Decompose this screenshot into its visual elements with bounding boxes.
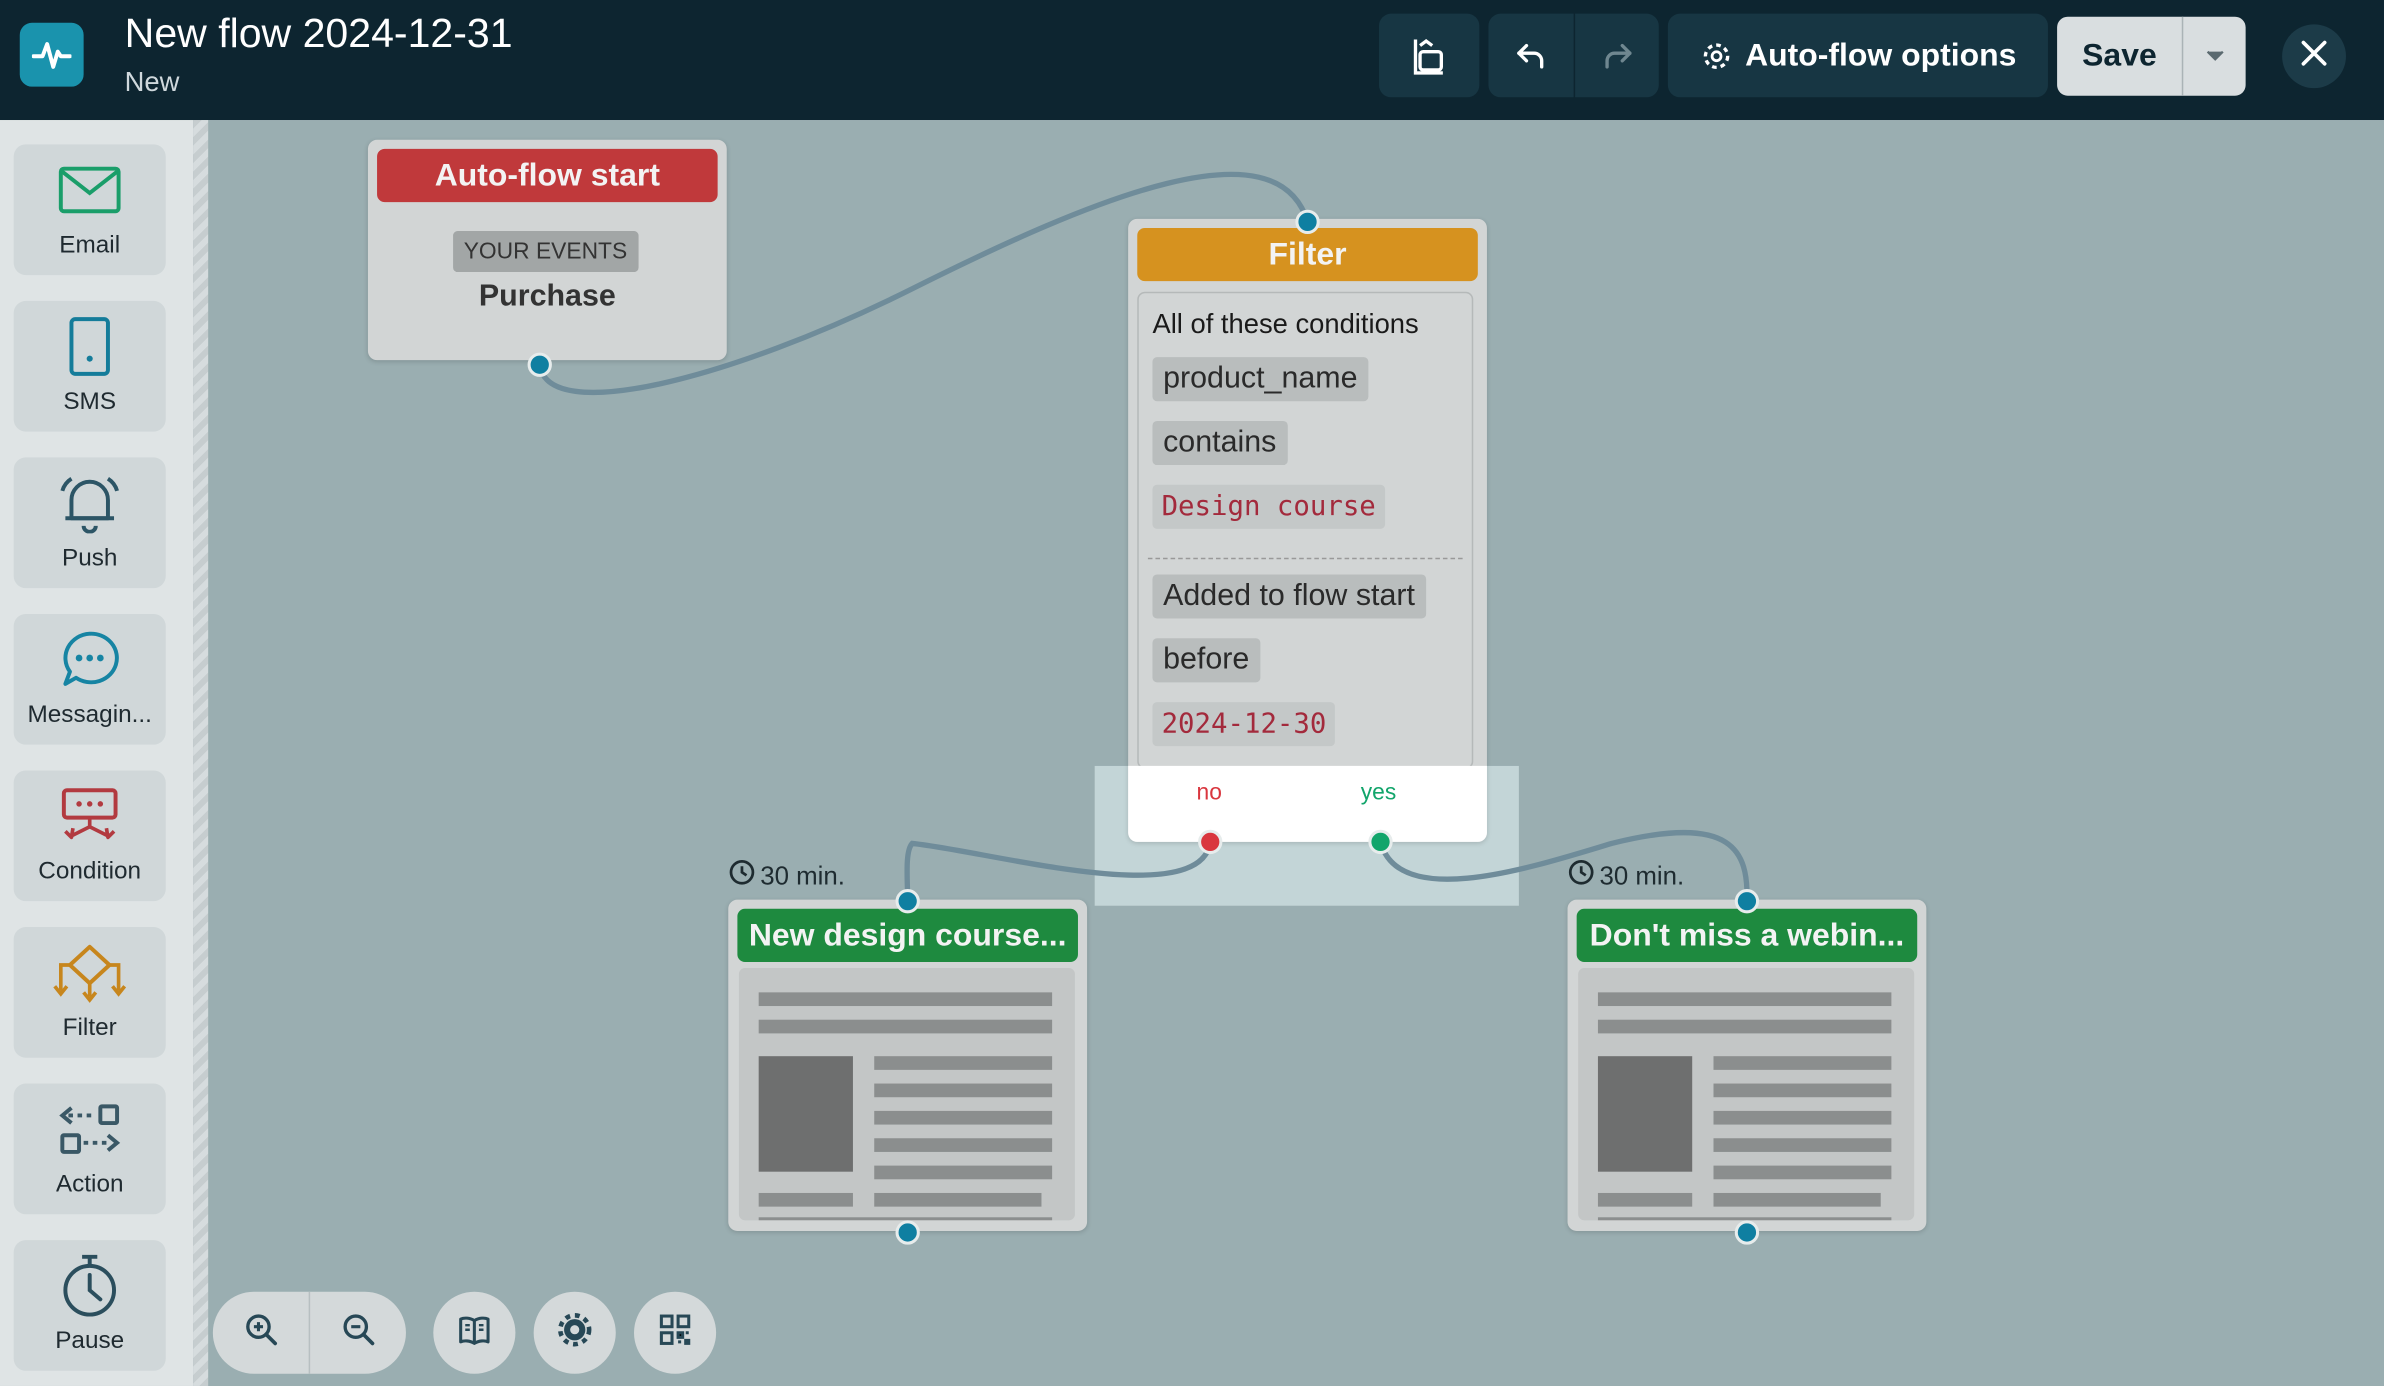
right-delay-text: 30 min. — [1599, 860, 1685, 890]
start-node[interactable]: Auto-flow start YOUR EVENTS Purchase — [367, 139, 727, 361]
filter-conditions: All of these conditions product_name con… — [1137, 291, 1474, 769]
close-button[interactable] — [2282, 24, 2346, 89]
stopwatch-icon — [59, 1252, 120, 1319]
email-left-title: New design course... — [737, 908, 1078, 962]
zoom-controls — [212, 1291, 406, 1374]
email-right-input-port[interactable] — [1734, 889, 1760, 914]
segment-button[interactable] — [1379, 13, 1480, 98]
start-event-name: Purchase — [478, 279, 616, 314]
email-right-preview — [1578, 968, 1915, 1221]
start-event-tag: YOUR EVENTS — [453, 230, 638, 273]
palette-action-label: Action — [55, 1171, 124, 1198]
redo-button[interactable] — [1575, 13, 1659, 98]
undo-icon — [1513, 37, 1549, 73]
filter-branches — [1128, 765, 1487, 842]
phone-icon — [67, 313, 113, 380]
email-left-output-port[interactable] — [895, 1220, 920, 1245]
gear-icon — [1699, 39, 1732, 72]
segment-icon — [1406, 33, 1452, 79]
clock-icon — [1568, 859, 1595, 894]
right-delay: 30 min. — [1568, 859, 1685, 894]
email-right-title: Don't miss a webin... — [1576, 908, 1918, 962]
email-left-preview — [738, 968, 1075, 1221]
left-delay-text: 30 min. — [760, 860, 845, 890]
filter-node-title: Filter — [1137, 227, 1478, 282]
flow-title[interactable]: New flow 2024-12-31 — [125, 11, 513, 58]
top-bar: New flow 2024-12-31 New Auto-flow option… — [0, 0, 2384, 121]
condition-divider — [1147, 557, 1463, 560]
zoom-in-icon — [243, 1311, 279, 1355]
chevron-down-icon — [2205, 43, 2223, 70]
palette-filter-label: Filter — [62, 1015, 117, 1041]
email-left-input-port[interactable] — [895, 889, 920, 914]
envelope-icon — [58, 157, 122, 224]
auto-flow-options-label: Auto-flow options — [1745, 37, 2017, 73]
filter-input-port[interactable] — [1295, 209, 1320, 235]
palette-sms-label: SMS — [63, 389, 117, 415]
email-node-left[interactable]: New design course... — [728, 899, 1088, 1231]
filter-node[interactable]: Filter All of these conditions product_n… — [1128, 218, 1487, 842]
left-delay: 30 min. — [728, 859, 845, 894]
condition-2-value: 2024-12-30 — [1152, 702, 1336, 747]
auto-flow-options-button[interactable]: Auto-flow options — [1667, 13, 2048, 98]
palette-pause[interactable]: Pause — [13, 1240, 166, 1371]
palette-push[interactable]: Push — [13, 457, 166, 589]
action-icon — [56, 1096, 123, 1163]
settings-gear-icon — [556, 1311, 592, 1355]
condition-2-field: Added to flow start — [1152, 574, 1426, 619]
email-right-output-port[interactable] — [1734, 1220, 1760, 1245]
branch-no-label: no — [1196, 779, 1222, 806]
bell-icon — [56, 470, 123, 537]
save-button[interactable]: Save — [2057, 17, 2182, 96]
palette-messaging-label: Messagin... — [27, 702, 152, 728]
minimap-icon — [657, 1311, 693, 1355]
book-icon — [456, 1311, 492, 1355]
start-node-title: Auto-flow start — [377, 148, 718, 203]
redo-icon — [1599, 37, 1635, 73]
palette-messaging[interactable]: Messagin... — [13, 613, 166, 745]
save-button-group: Save — [2057, 16, 2246, 96]
palette-pause-label: Pause — [55, 1328, 125, 1355]
email-node-right[interactable]: Don't miss a webin... — [1567, 899, 1927, 1231]
close-icon — [2300, 39, 2327, 74]
palette-condition-label: Condition — [38, 858, 142, 885]
branch-yes-label: yes — [1360, 779, 1397, 806]
palette-email[interactable]: Email — [13, 144, 166, 276]
minimap-button[interactable] — [634, 1291, 717, 1374]
save-options-dropdown[interactable] — [2183, 17, 2245, 96]
filter-no-port[interactable] — [1198, 829, 1223, 855]
condition-1-field: product_name — [1152, 357, 1369, 402]
start-output-port[interactable] — [527, 352, 552, 377]
condition-2-operator: before — [1152, 638, 1260, 683]
app-logo-icon[interactable] — [19, 22, 84, 87]
zoom-out-button[interactable] — [310, 1292, 406, 1374]
palette-sms[interactable]: SMS — [13, 300, 166, 432]
palette-filter[interactable]: Filter — [13, 927, 166, 1058]
clock-icon — [728, 859, 755, 894]
canvas-settings-button[interactable] — [533, 1291, 616, 1374]
docs-button[interactable] — [433, 1291, 516, 1374]
palette-push-label: Push — [61, 545, 118, 572]
filter-yes-port[interactable] — [1368, 829, 1393, 855]
palette-resize-edge — [193, 120, 209, 1386]
condition-icon — [59, 783, 120, 850]
zoom-in-button[interactable] — [213, 1292, 309, 1374]
condition-1-value: Design course — [1152, 484, 1385, 529]
palette-action[interactable]: Action — [13, 1083, 166, 1215]
zoom-out-icon — [340, 1311, 376, 1355]
palette-email-label: Email — [59, 232, 121, 259]
flow-status: New — [124, 66, 180, 98]
condition-1-operator: contains — [1152, 420, 1288, 466]
undo-button[interactable] — [1488, 13, 1574, 98]
chat-bubble-icon — [59, 626, 120, 693]
filter-icon — [52, 939, 128, 1006]
palette-condition[interactable]: Condition — [13, 770, 166, 902]
conditions-title: All of these conditions — [1152, 308, 1419, 339]
